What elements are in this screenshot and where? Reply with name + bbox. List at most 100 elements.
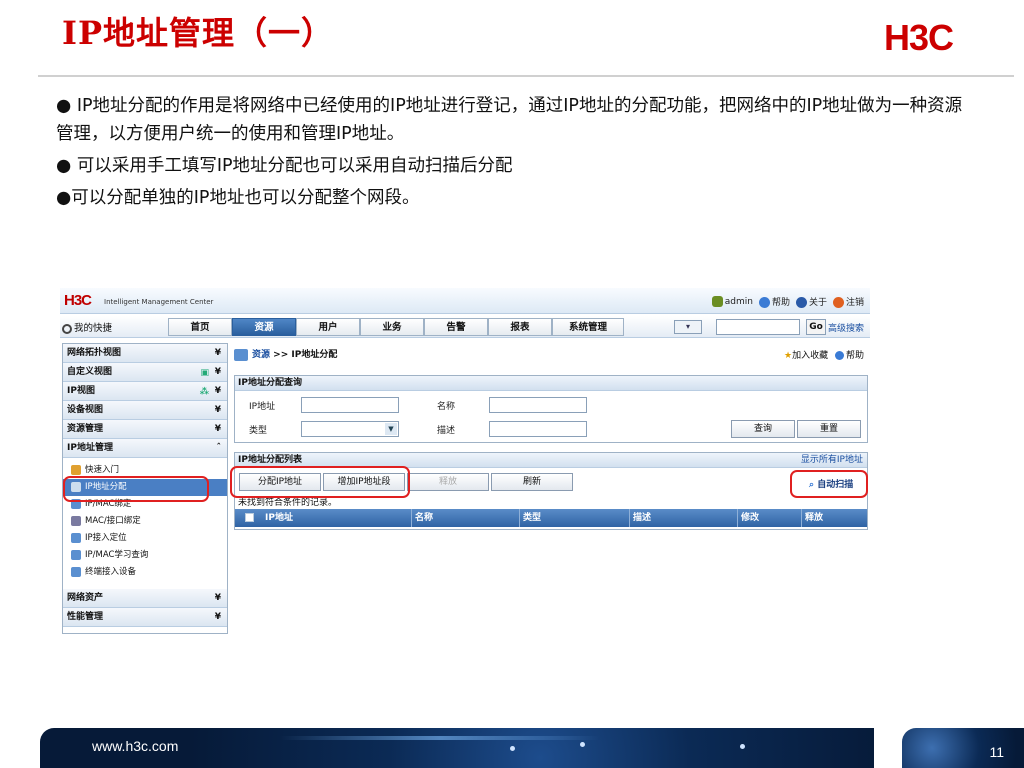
app-logo: H3C bbox=[64, 292, 92, 309]
imc-screenshot: H3C Intelligent Management Center admin … bbox=[60, 288, 870, 634]
type-select[interactable]: ▼ bbox=[301, 421, 399, 437]
search-input[interactable] bbox=[716, 319, 800, 335]
search-type-dropdown-icon[interactable]: ▾ bbox=[674, 320, 702, 334]
column-divider bbox=[411, 509, 412, 527]
sidebar-item-ip-mac-learn[interactable]: IP/MAC学习查询 bbox=[63, 547, 227, 564]
about-link[interactable]: 关于 bbox=[795, 295, 827, 308]
chevron-down-icon: ▼ bbox=[385, 423, 397, 435]
tab-user[interactable]: 用户 bbox=[296, 318, 360, 336]
column-release[interactable]: 释放 bbox=[805, 509, 823, 527]
sidebar-section-label: 资源管理 bbox=[67, 424, 104, 434]
sidebar-item-label: 终端接入设备 bbox=[85, 567, 137, 577]
sidebar-section-label: 自定义视图 bbox=[67, 367, 113, 377]
info-icon bbox=[795, 297, 807, 308]
tab-alarm[interactable]: 告警 bbox=[424, 318, 488, 336]
help-icon bbox=[834, 351, 844, 360]
sidebar-section-label: IP地址管理 bbox=[67, 443, 113, 453]
column-name[interactable]: 名称 bbox=[415, 509, 433, 527]
sidebar-section-performance[interactable]: 性能管理 ¥ bbox=[63, 608, 227, 627]
help-link[interactable]: 帮助 bbox=[758, 295, 790, 308]
tab-report[interactable]: 报表 bbox=[488, 318, 552, 336]
query-panel: IP地址分配查询 IP地址 名称 类型 ▼ 描述 查询 重置 bbox=[234, 375, 868, 443]
highlight-ring bbox=[63, 476, 209, 502]
sidebar-item-ip-locate[interactable]: IP接入定位 bbox=[63, 530, 227, 547]
highlight-ring bbox=[230, 466, 410, 498]
description-input[interactable] bbox=[489, 421, 587, 437]
column-type[interactable]: 类型 bbox=[523, 509, 541, 527]
sidebar-item-terminal-access[interactable]: 终端接入设备 bbox=[63, 564, 227, 581]
chevron-down-icon: ¥ bbox=[214, 386, 221, 396]
footer-bar: www.h3c.com bbox=[40, 728, 874, 768]
sidebar-section-topology[interactable]: 网络拓扑视图 ¥ bbox=[63, 344, 227, 363]
add-favorite-link[interactable]: 加入收藏 bbox=[792, 351, 828, 361]
mac-port-icon bbox=[71, 515, 81, 526]
breadcrumb-current: IP地址分配 bbox=[291, 350, 338, 360]
sidebar-section-network-assets[interactable]: 网络资产 ¥ bbox=[63, 589, 227, 608]
breadcrumb-separator: >> bbox=[273, 350, 289, 360]
sidebar-item-mac-port-bind[interactable]: MAC/接口绑定 bbox=[63, 513, 227, 530]
help-icon bbox=[758, 297, 770, 308]
title-divider bbox=[38, 75, 1014, 77]
sidebar-section-label: 网络拓扑视图 bbox=[67, 348, 122, 358]
ip-label: IP地址 bbox=[249, 402, 276, 412]
query-button[interactable]: 查询 bbox=[731, 420, 795, 438]
breadcrumb-root[interactable]: 资源 bbox=[252, 350, 270, 360]
user-link[interactable]: admin bbox=[711, 296, 753, 307]
footer-light-dot bbox=[740, 744, 745, 749]
home-icon bbox=[71, 464, 81, 475]
sidebar-section-device-view[interactable]: 设备视图 ¥ bbox=[63, 401, 227, 420]
app-logo-subtitle: Intelligent Management Center bbox=[104, 298, 214, 306]
ip-mac-learn-icon bbox=[71, 549, 81, 560]
type-label: 类型 bbox=[249, 426, 268, 436]
footer-light-dot bbox=[510, 746, 515, 751]
refresh-button[interactable]: 刷新 bbox=[491, 473, 573, 491]
advanced-search-link[interactable]: 高级搜索 bbox=[828, 321, 864, 334]
shortcut-label: 我的快捷 bbox=[74, 323, 113, 334]
chevron-down-icon: ¥ bbox=[214, 367, 221, 377]
column-ip[interactable]: IP地址 bbox=[265, 509, 293, 527]
tab-service[interactable]: 业务 bbox=[360, 318, 424, 336]
help-link[interactable]: 帮助 bbox=[846, 351, 864, 361]
logout-link[interactable]: 注销 bbox=[832, 295, 864, 308]
chevron-down-icon: ¥ bbox=[214, 405, 221, 415]
page-number: 11 bbox=[989, 744, 1004, 760]
footer-glow bbox=[280, 736, 600, 740]
sidebar-section-resource-mgmt[interactable]: 资源管理 ¥ bbox=[63, 420, 227, 439]
tab-system[interactable]: 系统管理 bbox=[552, 318, 624, 336]
chevron-down-icon: ¥ bbox=[214, 348, 221, 358]
highlight-ring bbox=[790, 470, 868, 498]
network-icon[interactable]: ⁂ bbox=[200, 383, 209, 401]
show-all-ip-link[interactable]: 显示所有IP地址 bbox=[801, 453, 863, 468]
column-divider bbox=[737, 509, 738, 527]
bullet-item: ● 可以采用手工填写IP地址分配也可以采用自动扫描后分配 bbox=[56, 156, 513, 176]
main-nav: 我的快捷 首页 资源 用户 业务 告警 报表 系统管理 ▾ Go 高级搜索 bbox=[60, 316, 870, 338]
logout-label: 注销 bbox=[845, 298, 864, 308]
slide-title: IP地址管理（一） bbox=[62, 14, 335, 52]
sidebar-section-custom-view[interactable]: 自定义视图 ▣ ¥ bbox=[63, 363, 227, 382]
name-input[interactable] bbox=[489, 397, 587, 413]
chevron-down-icon: ¥ bbox=[214, 424, 221, 434]
column-modify[interactable]: 修改 bbox=[741, 509, 759, 527]
folder-icon[interactable]: ▣ bbox=[200, 364, 209, 382]
my-shortcuts[interactable]: 我的快捷 bbox=[62, 320, 112, 334]
column-description[interactable]: 描述 bbox=[633, 509, 651, 527]
chevron-up-icon: ˆ bbox=[216, 443, 222, 453]
footer-light-dot bbox=[580, 742, 585, 747]
logout-icon bbox=[832, 297, 844, 308]
release-button[interactable]: 释放 bbox=[407, 473, 489, 491]
reset-button[interactable]: 重置 bbox=[797, 420, 861, 438]
query-panel-title: IP地址分配查询 bbox=[235, 376, 867, 391]
tab-home[interactable]: 首页 bbox=[168, 318, 232, 336]
go-button[interactable]: Go bbox=[806, 319, 826, 335]
bullet-item: ● IP地址分配的作用是将网络中已经使用的IP地址进行登记，通过IP地址的分配功… bbox=[56, 96, 963, 144]
column-divider bbox=[629, 509, 630, 527]
select-all-checkbox[interactable] bbox=[245, 513, 254, 522]
tab-resource[interactable]: 资源 bbox=[232, 318, 296, 336]
resource-icon bbox=[234, 348, 248, 361]
sidebar-item-label: IP/MAC学习查询 bbox=[85, 550, 149, 560]
sidebar-section-ip-mgmt[interactable]: IP地址管理 ˆ bbox=[63, 439, 227, 458]
terminal-device-icon bbox=[71, 566, 81, 577]
user-icon bbox=[711, 296, 723, 307]
ip-input[interactable] bbox=[301, 397, 399, 413]
sidebar-section-ip-view[interactable]: IP视图 ⁂ ¥ bbox=[63, 382, 227, 401]
